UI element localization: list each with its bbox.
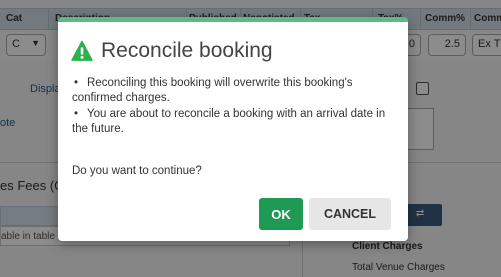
cancel-button[interactable]: CANCEL xyxy=(309,198,391,230)
dialog-title: Reconcile booking xyxy=(101,39,273,62)
list-item: • Reconciling this booking will overwrite… xyxy=(72,77,353,104)
dialog-message-list: • Reconciling this booking will overwrite… xyxy=(72,76,394,138)
ok-button[interactable]: OK xyxy=(259,198,303,230)
dialog-question: Do you want to continue? xyxy=(72,165,202,177)
warning-icon xyxy=(71,40,93,61)
reconcile-booking-dialog: Reconcile booking • Reconciling this book… xyxy=(58,17,408,241)
dialog-header: Reconcile booking xyxy=(71,36,273,66)
list-item: • You are about to reconcile a booking wi… xyxy=(72,108,386,135)
